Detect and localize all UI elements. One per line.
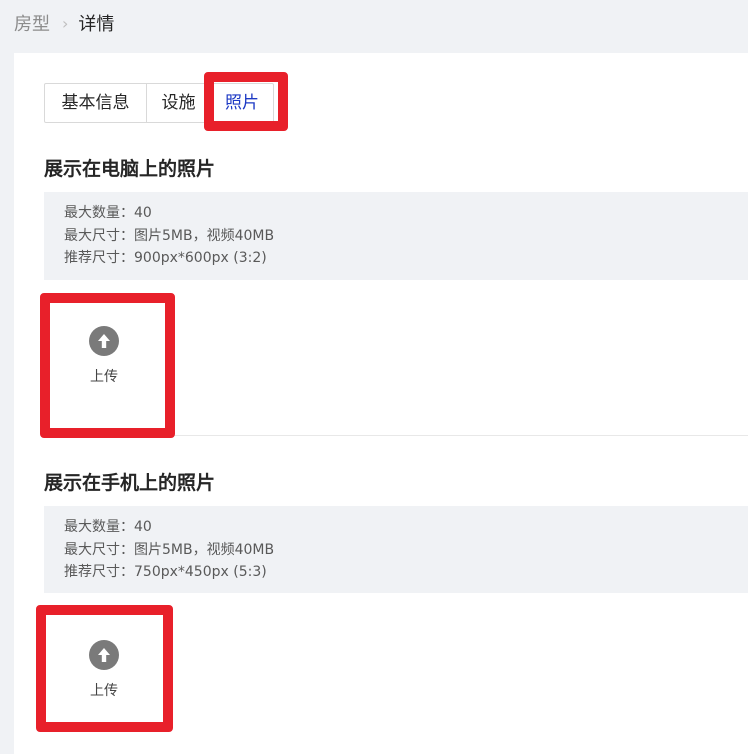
upload-button-desktop[interactable]: 上传 — [45, 297, 163, 415]
upload-icon — [89, 640, 119, 670]
tab-facilities[interactable]: 设施 — [147, 84, 211, 122]
section-title-mobile-photos: 展示在手机上的照片 — [44, 472, 216, 494]
content-card: 基本信息 设施 照片 展示在电脑上的照片 最大数量：40 最大尺寸：图片5MB，… — [14, 53, 748, 754]
breadcrumb-item-room-type[interactable]: 房型 — [14, 10, 50, 36]
section-title-desktop-photos: 展示在电脑上的照片 — [44, 158, 216, 180]
chevron-right-icon: › — [62, 13, 69, 33]
info-max-count: 最大数量：40 — [64, 205, 152, 221]
info-box-mobile: 最大数量：40 最大尺寸：图片5MB，视频40MB 推荐尺寸：750px*450… — [44, 506, 748, 593]
upload-icon — [89, 326, 119, 356]
tab-photos[interactable]: 照片 — [211, 84, 273, 122]
upload-label: 上传 — [90, 369, 118, 385]
section-divider — [44, 435, 748, 436]
tab-basic-info[interactable]: 基本信息 — [45, 84, 147, 122]
info-max-count: 最大数量：40 — [64, 519, 152, 535]
info-max-size: 最大尺寸：图片5MB，视频40MB — [64, 227, 275, 244]
info-box-desktop: 最大数量：40 最大尺寸：图片5MB，视频40MB 推荐尺寸：900px*600… — [44, 192, 748, 280]
info-max-size: 最大尺寸：图片5MB，视频40MB — [64, 541, 275, 558]
info-recommended-size: 推荐尺寸：900px*600px (3:2) — [64, 250, 267, 266]
breadcrumb: 房型 › 详情 — [14, 10, 114, 36]
info-recommended-size: 推荐尺寸：750px*450px (5:3) — [64, 564, 267, 580]
breadcrumb-item-current: 详情 — [78, 14, 115, 35]
tab-group: 基本信息 设施 照片 — [44, 83, 274, 123]
upload-button-mobile[interactable]: 上传 — [45, 611, 163, 729]
upload-label: 上传 — [90, 683, 118, 699]
